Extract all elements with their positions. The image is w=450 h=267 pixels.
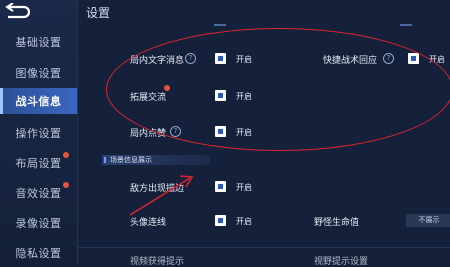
partial-setting-label: 视频获得提示 xyxy=(130,257,185,267)
sidebar-item-layout[interactable]: 布局设置 xyxy=(0,150,77,176)
sidebar-item-label: 隐私设置 xyxy=(15,247,62,260)
sidebar-item-label: 基础设置 xyxy=(15,36,62,49)
sidebar-item-label: 录像设置 xyxy=(15,217,62,230)
annotation-arrow-icon xyxy=(129,175,194,216)
partial-setting-label: 视野提示设置 xyxy=(314,257,369,267)
new-badge xyxy=(63,152,69,158)
sidebar-item-label: 操作设置 xyxy=(15,127,62,140)
sidebar: 基础设置 图像设置 战斗信息 操作设置 布局设置 音效设置 录像设置 隐私设置 xyxy=(0,0,78,266)
sidebar-item-controls[interactable]: 操作设置 xyxy=(0,120,77,146)
avatar-line-checkbox[interactable] xyxy=(215,215,226,226)
sidebar-item-label: 音效设置 xyxy=(15,187,62,200)
settings-panel: 设置 局内文字消息 ? 开启 快捷战术回应 ? 开启 拓展交流 开启 局内点赞 … xyxy=(78,0,450,267)
new-badge xyxy=(63,182,69,188)
annotation-ellipse xyxy=(106,28,450,151)
divider xyxy=(400,24,412,26)
divider xyxy=(78,247,450,248)
sidebar-item-basic[interactable]: 基础设置 xyxy=(0,29,77,55)
sidebar-item-label: 图像设置 xyxy=(15,67,62,80)
sidebar-item-label: 战斗信息 xyxy=(15,95,62,108)
divider xyxy=(214,24,226,26)
sidebar-item-label: 布局设置 xyxy=(15,157,62,170)
section-header: 场景信息展示 xyxy=(102,155,210,165)
page-title: 设置 xyxy=(86,6,111,20)
enemy-outline-checkbox[interactable] xyxy=(215,181,226,192)
sidebar-item-sound[interactable]: 音效设置 xyxy=(0,180,77,206)
back-icon[interactable] xyxy=(4,3,30,21)
monster-hp-select[interactable]: 不展示 xyxy=(406,214,450,227)
enemy-outline-value: 开启 xyxy=(236,183,252,192)
monster-hp-label: 野怪生命值 xyxy=(314,218,360,228)
avatar-line-value: 开启 xyxy=(236,217,252,226)
sidebar-item-graphics[interactable]: 图像设置 xyxy=(0,60,77,86)
sidebar-item-battle-info[interactable]: 战斗信息 xyxy=(0,88,77,114)
sidebar-item-privacy[interactable]: 隐私设置 xyxy=(0,240,77,266)
sidebar-item-recording[interactable]: 录像设置 xyxy=(0,210,77,236)
